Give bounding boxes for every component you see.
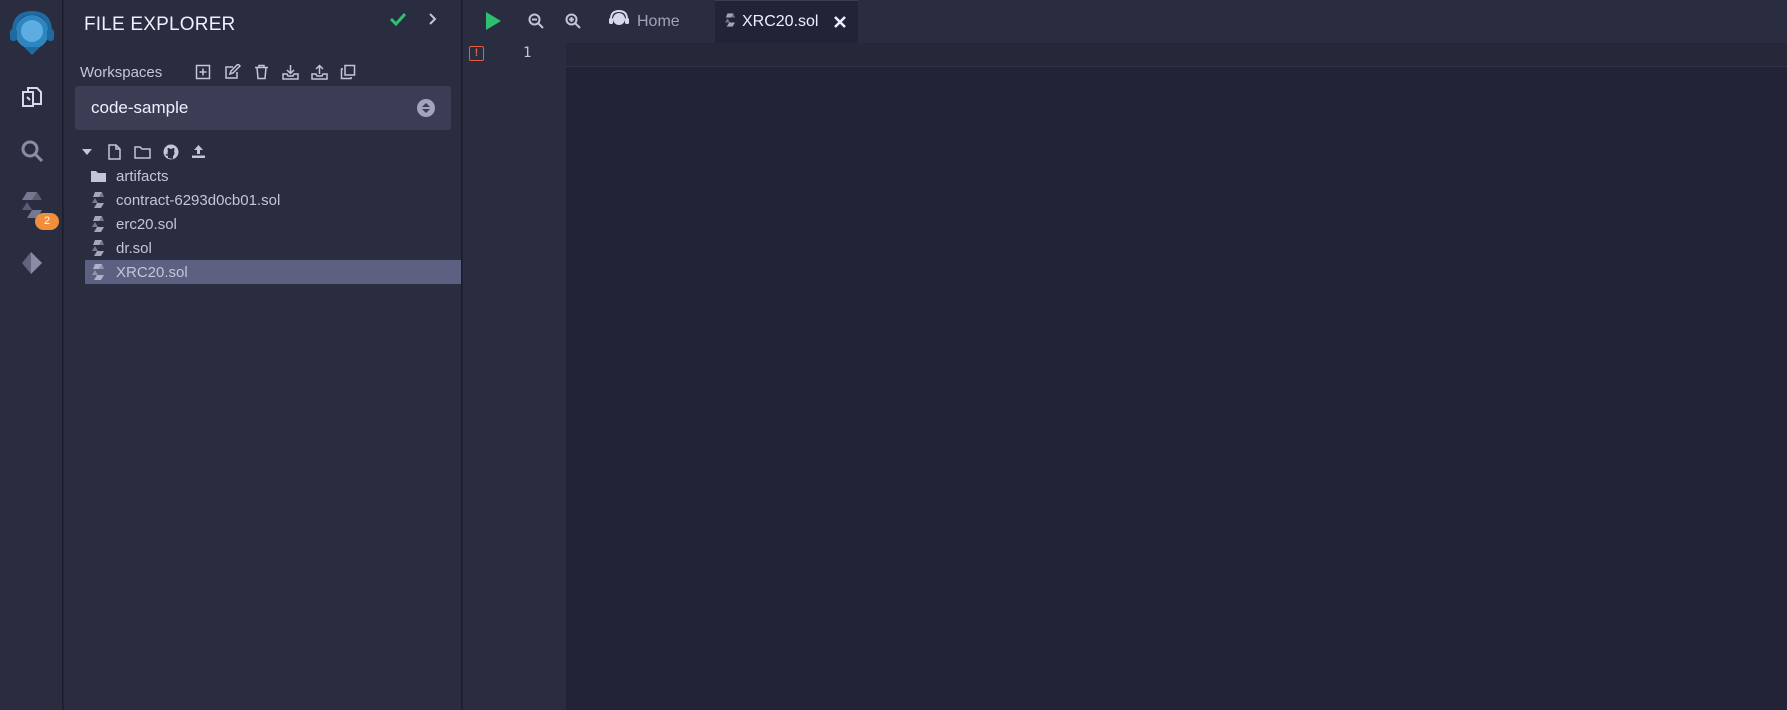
home-remix-icon xyxy=(609,9,629,33)
panel-title: FILE EXPLORER xyxy=(84,14,236,35)
workspace-select[interactable]: code-sample xyxy=(75,86,451,130)
folder-icon xyxy=(88,167,108,185)
close-icon[interactable] xyxy=(833,15,847,29)
chevron-right-icon[interactable] xyxy=(427,12,437,31)
solidity-file-icon xyxy=(88,239,108,257)
tab-home-label: Home xyxy=(637,12,680,30)
tab-xrc20-label: XRC20.sol xyxy=(742,13,819,30)
github-icon[interactable] xyxy=(162,143,179,160)
tab-xrc20[interactable]: XRC20.sol xyxy=(715,0,858,43)
search-icon[interactable] xyxy=(0,126,63,176)
deploy-run-icon[interactable] xyxy=(0,238,63,288)
editor-gutter: ! 1 xyxy=(463,43,566,710)
tab-home[interactable]: Home xyxy=(609,0,680,43)
tree-item-label: erc20.sol xyxy=(116,215,177,233)
line-number: 1 xyxy=(523,45,532,61)
workspace-select-value: code-sample xyxy=(91,98,189,117)
solidity-file-icon xyxy=(88,263,108,281)
tree-item-label: dr.sol xyxy=(116,239,152,257)
select-caret-icon xyxy=(417,99,435,117)
tree-item-artifacts[interactable]: artifacts xyxy=(85,164,461,188)
checkmark-icon[interactable] xyxy=(389,12,407,31)
tree-item-erc20[interactable]: erc20.sol xyxy=(85,212,461,236)
file-explorer-panel: FILE EXPLORER Workspaces code-sample art… xyxy=(64,0,462,710)
tree-item-label: contract-6293d0cb01.sol xyxy=(116,191,281,209)
download-workspace-icon[interactable] xyxy=(281,63,299,81)
file-explorer-icon[interactable] xyxy=(0,72,63,122)
upload-icon[interactable] xyxy=(190,143,207,160)
current-line-highlight xyxy=(566,43,1787,67)
zoom-in-icon[interactable] xyxy=(562,10,584,32)
remix-logo-icon[interactable] xyxy=(0,8,63,58)
compiler-badge: 2 xyxy=(35,213,59,230)
run-play-icon[interactable] xyxy=(482,10,504,32)
icon-rail: 2 xyxy=(0,0,63,710)
new-folder-icon[interactable] xyxy=(134,143,151,160)
warning-marker-icon[interactable]: ! xyxy=(469,46,484,61)
restore-workspace-icon[interactable] xyxy=(310,63,328,81)
editor-tab-bar: Home XRC20.sol xyxy=(463,0,1787,43)
edit-workspace-icon[interactable] xyxy=(223,63,241,81)
zoom-out-icon[interactable] xyxy=(525,10,547,32)
collapse-caret-icon[interactable] xyxy=(78,143,95,160)
tree-item-label: artifacts xyxy=(116,167,169,185)
delete-workspace-icon[interactable] xyxy=(252,63,270,81)
solidity-file-icon xyxy=(88,215,108,233)
file-tree: artifacts contract-6293d0cb01.sol erc20.… xyxy=(85,164,461,284)
add-workspace-icon[interactable] xyxy=(194,63,212,81)
solidity-file-icon xyxy=(88,191,108,209)
tree-item-dr[interactable]: dr.sol xyxy=(85,236,461,260)
code-editor[interactable] xyxy=(566,43,1787,710)
solidity-file-icon xyxy=(725,12,735,32)
tree-item-contract[interactable]: contract-6293d0cb01.sol xyxy=(85,188,461,212)
tree-item-xrc20[interactable]: XRC20.sol xyxy=(85,260,461,284)
workspaces-label: Workspaces xyxy=(80,64,163,81)
new-file-icon[interactable] xyxy=(106,143,123,160)
tree-item-label: XRC20.sol xyxy=(116,263,188,281)
clone-workspace-icon[interactable] xyxy=(339,63,357,81)
